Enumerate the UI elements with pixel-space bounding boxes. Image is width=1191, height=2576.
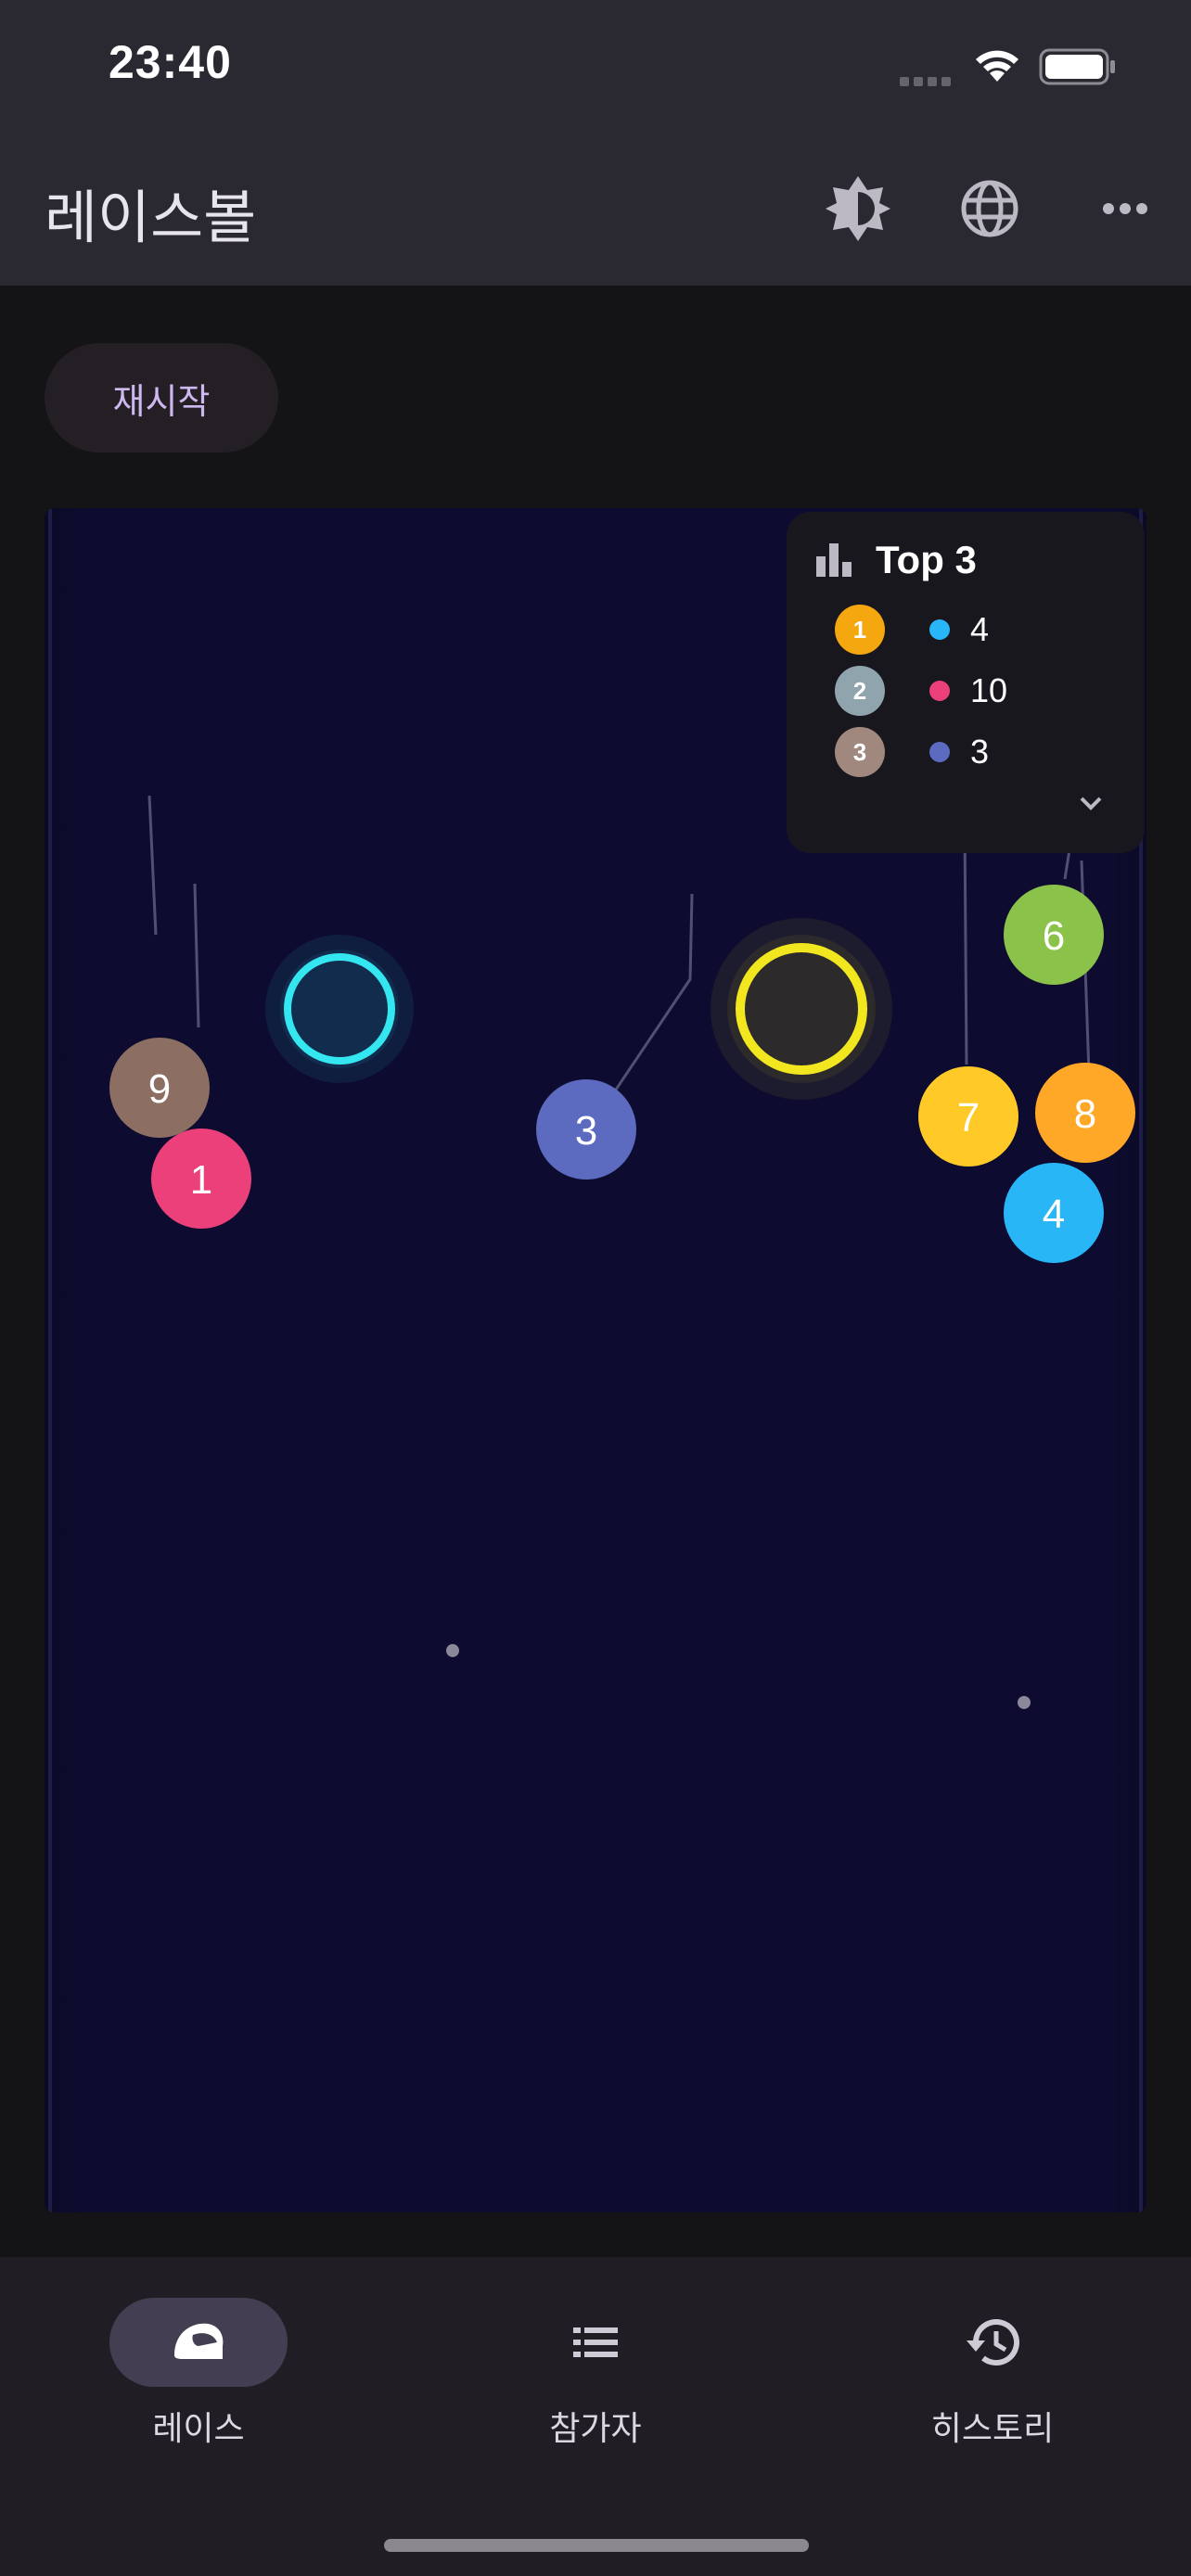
ball-7: 7: [918, 1066, 1018, 1167]
rank-row: 1 4: [835, 605, 1132, 657]
nav-item-history[interactable]: 히스토리: [866, 2298, 1108, 2448]
history-icon: [955, 2307, 1030, 2378]
bumper-ring: [711, 918, 892, 1100]
nav-label: 참가자: [549, 2410, 642, 2448]
ball-4: 4: [1004, 1163, 1104, 1263]
more-options-button[interactable]: [1083, 167, 1167, 250]
rank-color-dot: [929, 619, 950, 640]
ball-1: 1: [151, 1129, 251, 1229]
peg: [446, 1644, 459, 1657]
ball-label: 1: [190, 1157, 212, 1203]
brightness-icon: [826, 176, 890, 241]
rank-row: 2 10: [835, 666, 1132, 718]
rank-ball-number: 4: [970, 610, 990, 648]
rank-badge: 3: [835, 727, 885, 777]
nav-label: 히스토리: [930, 2410, 1055, 2448]
more-horizontal-icon: [1103, 203, 1147, 214]
rank-badge: 1: [835, 605, 885, 655]
rank-ball-number: 10: [970, 671, 1008, 709]
nav-item-race[interactable]: 레이스: [72, 2298, 314, 2448]
app-bar: 레이스볼: [0, 139, 1191, 286]
page-title: 레이스볼: [45, 184, 257, 251]
chevron-down-icon[interactable]: [1074, 790, 1108, 820]
wifi-icon: [972, 45, 1022, 87]
rank-ball-number: 3: [970, 733, 990, 771]
nav-item-participants[interactable]: 참가자: [469, 2298, 711, 2448]
bumper-ring: [265, 935, 414, 1083]
helmet-icon: [161, 2307, 236, 2378]
peg: [1018, 1696, 1031, 1709]
ball-label: 8: [1074, 1091, 1096, 1137]
restart-button[interactable]: 재시작: [45, 343, 278, 453]
top3-panel: Top 3 1 4 2 10 3 3: [787, 512, 1145, 853]
ball-label: 4: [1043, 1192, 1065, 1237]
top3-title: Top 3: [876, 538, 977, 581]
rank-color-dot: [929, 681, 950, 701]
home-indicator: [384, 2539, 809, 2552]
rank-row: 3 3: [835, 727, 1132, 779]
globe-icon: [961, 180, 1018, 237]
status-bar: 23:40: [0, 0, 1191, 139]
status-time: 23:40: [109, 36, 232, 88]
language-button[interactable]: [948, 167, 1031, 250]
ball-8: 8: [1035, 1063, 1135, 1163]
bottom-navigation: 레이스 참가자 히스토리: [0, 2257, 1191, 2576]
rank-color-dot: [929, 742, 950, 762]
theme-toggle-button[interactable]: [816, 167, 900, 250]
ball-label: 3: [575, 1108, 597, 1154]
ball-6: 6: [1004, 885, 1104, 985]
list-icon: [558, 2307, 633, 2378]
battery-icon: [1039, 48, 1117, 89]
rank-badge: 2: [835, 666, 885, 716]
cellular-signal-icon: [900, 72, 955, 90]
ball-3: 3: [536, 1079, 636, 1180]
ball-label: 9: [148, 1066, 171, 1112]
ball-9: 9: [109, 1038, 210, 1138]
ball-label: 6: [1043, 913, 1065, 959]
nav-label: 레이스: [152, 2410, 245, 2448]
bar-chart-icon: [814, 542, 855, 582]
ball-label: 7: [957, 1095, 980, 1141]
